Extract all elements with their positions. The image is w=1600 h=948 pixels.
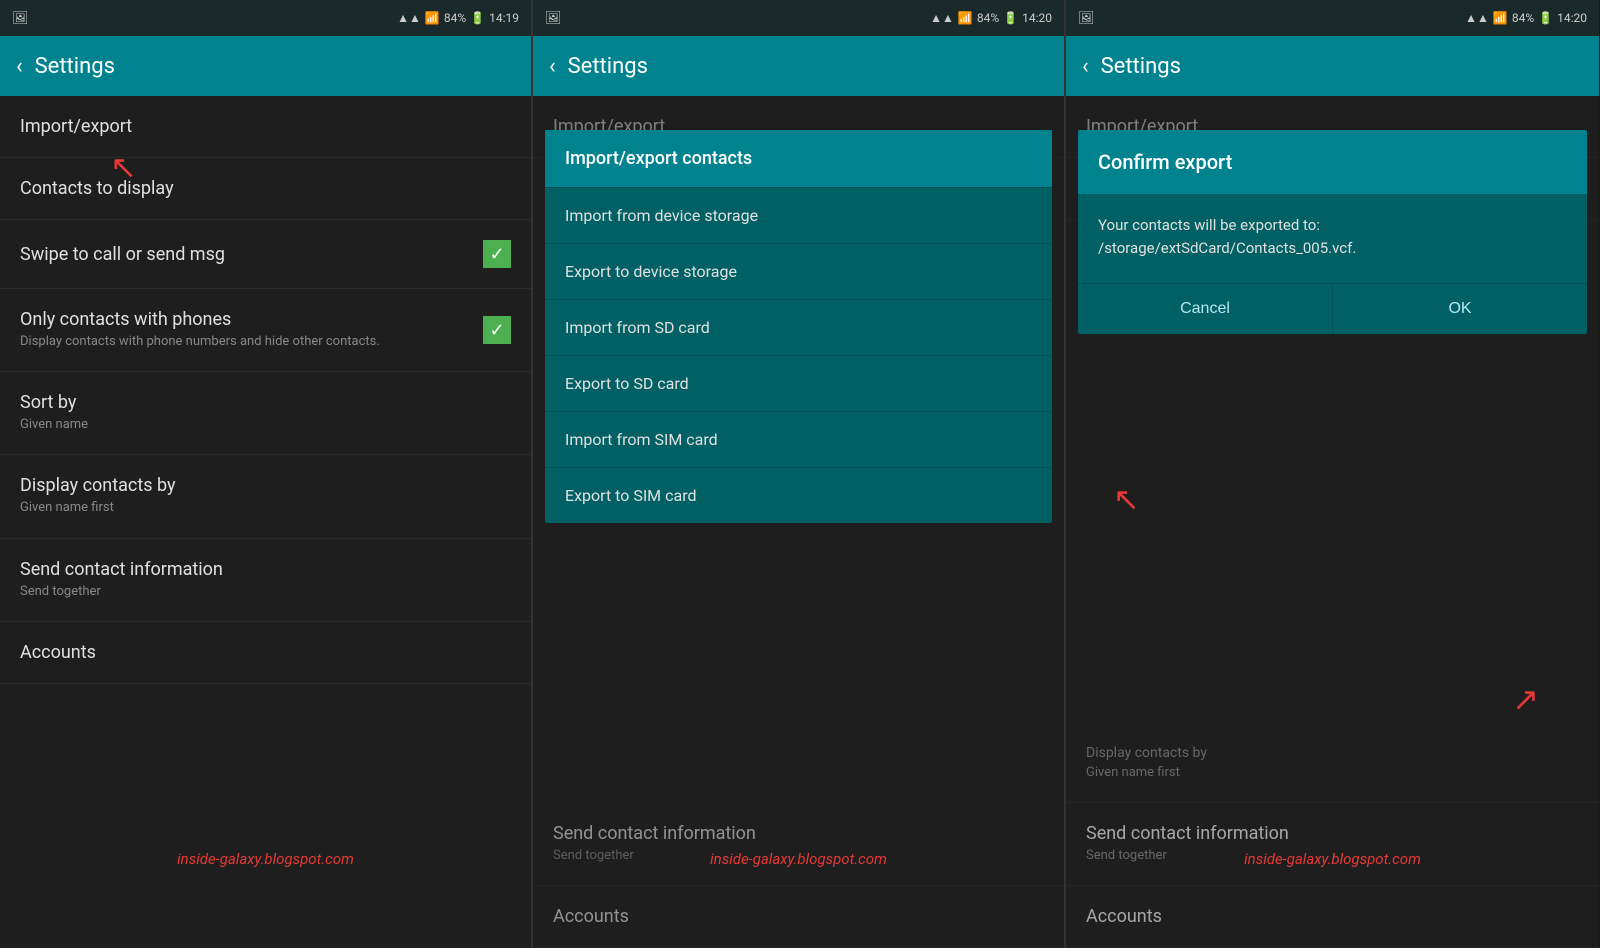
battery-icon-2: 🔋	[1003, 11, 1018, 25]
wifi-icon-2: 📶	[958, 11, 973, 25]
status-right-2: ▲▲ 📶 84% 🔋 14:20	[930, 11, 1052, 25]
send-contact-subtitle-3: Send together	[1086, 847, 1579, 865]
only-phones-row-1: Only contacts with phones Display contac…	[20, 309, 511, 351]
battery-3: 84%	[1512, 11, 1534, 25]
status-left-1: 🖼	[12, 11, 29, 26]
signal-icon-1: ▲▲	[397, 11, 421, 25]
battery-icon-1: 🔋	[470, 11, 485, 25]
toolbar-1: ‹ Settings	[0, 36, 531, 96]
only-phones-checkbox-1[interactable]: ✓	[483, 316, 511, 344]
accounts-label-1: Accounts	[20, 642, 96, 663]
import-export-dropdown-2: Import/export contacts Import from devic…	[545, 130, 1052, 523]
status-right-3: ▲▲ 📶 84% 🔋 14:20	[1465, 11, 1587, 25]
panel-1: 🖼 ▲▲ 📶 84% 🔋 14:19 ‹ Settings Import/exp…	[0, 0, 533, 948]
panel-2: 🖼 ▲▲ 📶 84% 🔋 14:20 ‹ Settings Import/exp…	[533, 0, 1066, 948]
time-3: 14:20	[1557, 11, 1587, 25]
panel-3: 🖼 ▲▲ 📶 84% 🔋 14:20 ‹ Settings Import/exp…	[1066, 0, 1599, 948]
import-sd-card-2[interactable]: Import from SD card	[545, 299, 1052, 355]
display-by-label-3: Display contacts by	[1086, 745, 1207, 761]
send-contact-subtitle-2: Send together	[553, 847, 1044, 865]
battery-icon-3: 🔋	[1538, 11, 1553, 25]
settings-list-1: Import/export Contacts to display Swipe …	[0, 96, 531, 948]
cancel-button-3[interactable]: Cancel	[1078, 284, 1332, 334]
screenshot-icon-2: 🖼	[545, 11, 562, 26]
display-by-item-3: Display contacts by Given name first	[1066, 722, 1599, 803]
send-contact-label-2: Send contact information	[553, 823, 756, 844]
import-export-item-1[interactable]: Import/export	[0, 96, 531, 158]
confirm-export-dialog-3: Confirm export Your contacts will be exp…	[1078, 130, 1587, 334]
bottom-items-2: Send contact information Send together A…	[533, 803, 1064, 948]
swipe-call-label-1: Swipe to call or send msg	[20, 244, 225, 265]
send-contact-item-3: Send contact information Send together	[1066, 803, 1599, 886]
toolbar-title-3: Settings	[1101, 54, 1181, 79]
dialog-buttons-3: Cancel OK	[1078, 283, 1587, 334]
time-1: 14:19	[489, 11, 519, 25]
display-by-subtitle-3: Given name first	[1086, 764, 1579, 782]
send-contact-label-1: Send contact information	[20, 559, 223, 580]
sort-by-subtitle-1: Given name	[20, 416, 511, 434]
contacts-display-item-1[interactable]: Contacts to display	[0, 158, 531, 220]
send-contact-item-2[interactable]: Send contact information Send together	[533, 803, 1064, 886]
toolbar-3: ‹ Settings	[1066, 36, 1599, 96]
swipe-call-row-1: Swipe to call or send msg ✓	[20, 240, 511, 268]
screenshot-icon-3: 🖼	[1078, 11, 1095, 26]
accounts-item-2[interactable]: Accounts	[533, 886, 1064, 948]
back-button-2[interactable]: ‹	[549, 54, 556, 79]
time-2: 14:20	[1022, 11, 1052, 25]
battery-1: 84%	[444, 11, 466, 25]
only-phones-subtitle-1: Display contacts with phone numbers and …	[20, 333, 483, 351]
screenshot-icon-1: 🖼	[12, 11, 29, 26]
send-contact-subtitle-1: Send together	[20, 583, 511, 601]
dropdown-header-2: Import/export contacts	[545, 130, 1052, 187]
back-button-3[interactable]: ‹	[1082, 54, 1089, 79]
dialog-body-3: Your contacts will be exported to: /stor…	[1078, 194, 1587, 283]
contacts-display-label-1: Contacts to display	[20, 178, 174, 199]
accounts-item-3: Accounts	[1066, 886, 1599, 948]
accounts-label-2: Accounts	[553, 906, 629, 927]
toolbar-2: ‹ Settings	[533, 36, 1064, 96]
status-bar-1: 🖼 ▲▲ 📶 84% 🔋 14:19	[0, 0, 531, 36]
battery-2: 84%	[977, 11, 999, 25]
signal-icon-3: ▲▲	[1465, 11, 1489, 25]
accounts-item-1[interactable]: Accounts	[0, 622, 531, 684]
import-export-label-1: Import/export	[20, 116, 132, 137]
dialog-title-3: Confirm export	[1078, 130, 1587, 194]
accounts-label-3: Accounts	[1086, 906, 1162, 927]
only-phones-text-1: Only contacts with phones Display contac…	[20, 309, 483, 351]
status-right-1: ▲▲ 📶 84% 🔋 14:19	[397, 11, 519, 25]
bottom-items-3: Display contacts by Given name first Sen…	[1066, 722, 1599, 948]
import-device-storage-2[interactable]: Import from device storage	[545, 187, 1052, 243]
wifi-icon-1: 📶	[425, 11, 440, 25]
send-contact-label-3: Send contact information	[1086, 823, 1289, 844]
toolbar-title-2: Settings	[568, 54, 648, 79]
only-phones-item-1[interactable]: Only contacts with phones Display contac…	[0, 289, 531, 372]
status-bar-2: 🖼 ▲▲ 📶 84% 🔋 14:20	[533, 0, 1064, 36]
sort-by-label-1: Sort by	[20, 392, 76, 413]
export-sim-card-2[interactable]: Export to SIM card	[545, 467, 1052, 523]
status-left-3: 🖼	[1078, 11, 1095, 26]
display-by-label-1: Display contacts by	[20, 475, 176, 496]
only-phones-label-1: Only contacts with phones	[20, 309, 231, 330]
status-left-2: 🖼	[545, 11, 562, 26]
display-by-item-1[interactable]: Display contacts by Given name first	[0, 455, 531, 538]
import-sim-card-2[interactable]: Import from SIM card	[545, 411, 1052, 467]
display-by-subtitle-1: Given name first	[20, 499, 511, 517]
send-contact-item-1[interactable]: Send contact information Send together	[0, 539, 531, 622]
export-device-storage-2[interactable]: Export to device storage	[545, 243, 1052, 299]
export-sd-card-2[interactable]: Export to SD card	[545, 355, 1052, 411]
status-bar-3: 🖼 ▲▲ 📶 84% 🔋 14:20	[1066, 0, 1599, 36]
swipe-call-checkbox-1[interactable]: ✓	[483, 240, 511, 268]
wifi-icon-3: 📶	[1493, 11, 1508, 25]
swipe-call-item-1[interactable]: Swipe to call or send msg ✓	[0, 220, 531, 289]
ok-button-3[interactable]: OK	[1332, 284, 1587, 334]
toolbar-title-1: Settings	[35, 54, 115, 79]
sort-by-item-1[interactable]: Sort by Given name	[0, 372, 531, 455]
signal-icon-2: ▲▲	[930, 11, 954, 25]
back-button-1[interactable]: ‹	[16, 54, 23, 79]
